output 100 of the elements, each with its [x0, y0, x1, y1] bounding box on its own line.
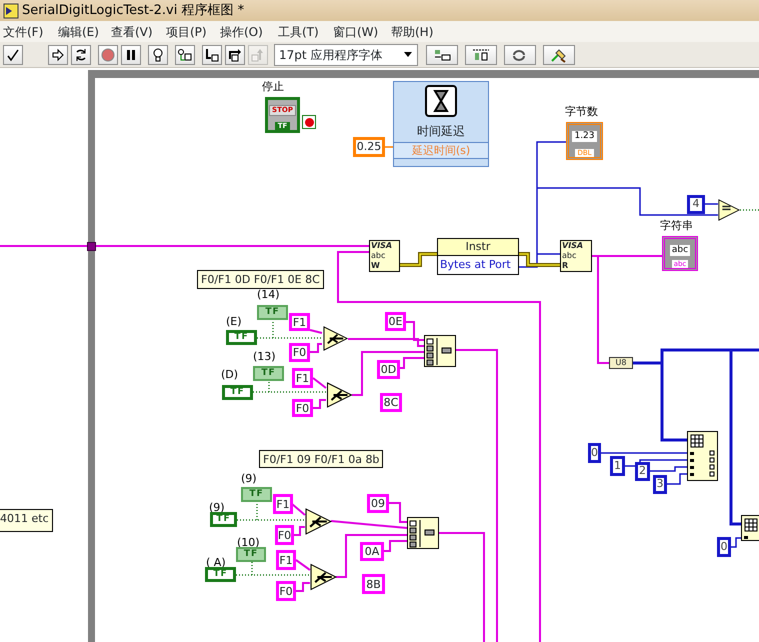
window-title: SerialDigitLogicTest-2.vi 程序框图 *: [22, 2, 244, 20]
concatenate-node: [424, 335, 456, 367]
wire: [291, 503, 306, 516]
comment-label: 4011 etc: [0, 509, 53, 532]
menu-item[interactable]: 窗口(W): [333, 22, 391, 40]
numeric-constant: 1: [610, 456, 625, 476]
string-constant: F0: [292, 399, 313, 417]
string-constant: 8C: [380, 393, 402, 412]
string-constant: F0: [276, 581, 296, 601]
string-constant: F1: [292, 368, 313, 388]
numeric-constant: 4: [687, 195, 705, 214]
comment-label: F0/F1 09 F0/F1 0a 8b: [259, 450, 384, 468]
reorder-button[interactable]: [504, 44, 536, 64]
pause-button[interactable]: [121, 44, 141, 64]
node-text: VISA: [562, 241, 584, 251]
comment-label: F0/F1 0D F0/F1 0E 8C: [197, 270, 324, 289]
distribute-button[interactable]: [465, 44, 497, 64]
string-constant: 0A: [360, 542, 384, 561]
numeric-constant: 2: [635, 462, 650, 481]
index-array-node: [687, 431, 718, 481]
led-icon: [302, 115, 316, 129]
node-label: (9): [209, 501, 225, 515]
boolean-local-variable: TF: [241, 487, 272, 502]
select-node: [322, 326, 349, 351]
string-constant: F1: [273, 494, 293, 514]
retain-button[interactable]: [175, 44, 195, 64]
hourglass-icon: [425, 85, 457, 117]
step-over-button[interactable]: [225, 44, 245, 64]
byte-array-converter: U8: [609, 357, 633, 369]
boolean-local-variable: TF: [236, 547, 266, 562]
class-name: Instr: [438, 239, 518, 256]
step-out-icon: [250, 46, 266, 62]
node-text: VISA: [371, 241, 394, 251]
wire: [385, 146, 393, 148]
boolean-local-variable: TF: [257, 305, 288, 320]
tunnel-icon: [87, 242, 96, 251]
wire: [310, 329, 322, 334]
wire: [293, 526, 305, 536]
distribute-icon: [472, 46, 490, 62]
concatenate-node: [407, 517, 439, 549]
node-label: (D): [221, 368, 238, 382]
menu-item[interactable]: 工具(T): [278, 22, 333, 40]
run-continuous-button[interactable]: [71, 44, 91, 64]
wire: [310, 343, 322, 353]
indicator-display: 1.23: [572, 131, 597, 142]
select-node: [310, 563, 337, 591]
node-label: 字符串: [660, 219, 693, 234]
run-button[interactable]: [48, 44, 68, 64]
select-node: [326, 382, 353, 408]
indicator-display: abc: [670, 245, 690, 256]
step-over-icon: [227, 46, 243, 62]
string-constant: F1: [289, 313, 310, 331]
string-constant: F1: [276, 550, 296, 570]
node-label: 字节数: [565, 105, 598, 120]
align-button[interactable]: [426, 44, 458, 64]
cleanup-button[interactable]: [543, 44, 575, 64]
string-constant: 0E: [385, 312, 406, 331]
operator-text: =: [721, 201, 732, 217]
retain-icon: [177, 46, 193, 62]
step-into-button[interactable]: [202, 44, 222, 64]
cleanup-icon: [550, 46, 568, 62]
string-constant: 8B: [362, 574, 385, 594]
node-text: R: [562, 261, 570, 271]
menu-item[interactable]: 文件(F): [3, 22, 58, 40]
select-node: [305, 508, 332, 535]
node-text: abc: [371, 251, 386, 261]
wire: [296, 582, 310, 592]
wire: [313, 399, 326, 409]
wire: [731, 537, 741, 548]
highlight-button[interactable]: [148, 44, 168, 64]
step-into-icon: [204, 46, 220, 62]
node-title: 时间延迟: [417, 124, 465, 138]
node-label: (E): [226, 315, 242, 329]
numeric-constant: 0.25: [353, 137, 385, 157]
numeric-constant: 0: [717, 537, 731, 557]
string-constant: 0D: [377, 360, 400, 379]
string-constant: 09: [367, 494, 389, 513]
wire: [740, 209, 759, 211]
app-icon: [3, 2, 19, 18]
node-label: 停止: [262, 80, 284, 95]
check-button[interactable]: [3, 44, 23, 64]
menu-item[interactable]: 查看(V): [111, 22, 166, 40]
input-terminal: 延迟时间(s): [394, 142, 488, 159]
node-text: W: [371, 261, 381, 271]
menu-item[interactable]: 帮助(H): [391, 22, 446, 40]
node-label: (10): [237, 536, 260, 550]
menu-item[interactable]: 编辑(E): [58, 22, 111, 40]
property-name: Bytes at Port: [439, 257, 512, 273]
run-icon: [50, 46, 66, 62]
node-label: (9): [241, 472, 257, 486]
menu-item[interactable]: 操作(O): [220, 22, 278, 40]
font-dropdown[interactable]: 17pt 应用程序字体: [274, 44, 418, 66]
node-text: abc: [562, 251, 578, 261]
node-label: (14): [257, 288, 280, 302]
menu-item[interactable]: 项目(P): [166, 22, 220, 40]
numeric-constant: 0: [588, 443, 601, 463]
wire: [295, 559, 311, 571]
boolean-local-variable: TF: [253, 366, 284, 381]
string-constant: F0: [275, 525, 294, 545]
numeric-constant: 3: [653, 475, 667, 494]
